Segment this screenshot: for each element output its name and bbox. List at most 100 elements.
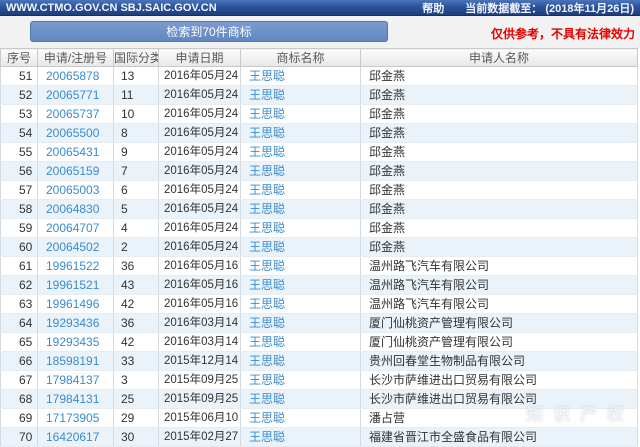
mark-name-cell: 王思聪: [241, 257, 361, 276]
trademark-name-link[interactable]: 王思聪: [249, 88, 285, 102]
trademark-name-link[interactable]: 王思聪: [249, 411, 285, 425]
trademark-name-link[interactable]: 王思聪: [249, 240, 285, 254]
serial-number-cell: 65: [1, 333, 38, 352]
table-row: 6219961521432016年05月16日王思聪温州路飞汽车有限公司: [1, 276, 638, 295]
serial-number-cell: 67: [1, 371, 38, 390]
app-date-cell: 2016年05月16日: [159, 257, 241, 276]
mark-name-cell: 王思聪: [241, 124, 361, 143]
reg-number-cell: 19961496: [38, 295, 114, 314]
reg-number-link[interactable]: 20065431: [46, 145, 99, 159]
trademark-name-link[interactable]: 王思聪: [249, 278, 285, 292]
mark-name-cell: 王思聪: [241, 200, 361, 219]
mark-name-cell: 王思聪: [241, 219, 361, 238]
mark-name-cell: 王思聪: [241, 428, 361, 447]
mark-name-cell: 王思聪: [241, 238, 361, 257]
reg-number-link[interactable]: 18598191: [46, 354, 99, 368]
app-date-cell: 2016年05月24日: [159, 86, 241, 105]
applicant-name-cell: 邱金燕: [361, 143, 638, 162]
app-date-cell: 2016年05月16日: [159, 276, 241, 295]
serial-number-cell: 63: [1, 295, 38, 314]
table-row: 6419293436362016年03月14日王思聪厦门仙桃资产管理有限公司: [1, 314, 638, 333]
reg-number-link[interactable]: 19293435: [46, 335, 99, 349]
reg-number-cell: 20065737: [38, 105, 114, 124]
app-date-cell: 2015年09月25日: [159, 371, 241, 390]
mark-name-cell: 王思聪: [241, 181, 361, 200]
reg-number-cell: 20065500: [38, 124, 114, 143]
trademark-name-link[interactable]: 王思聪: [249, 335, 285, 349]
table-row: 6917173905292015年06月10日王思聪潘占营: [1, 409, 638, 428]
applicant-name-cell: 潘占营: [361, 409, 638, 428]
trademark-name-link[interactable]: 王思聪: [249, 69, 285, 83]
trademark-name-link[interactable]: 王思聪: [249, 354, 285, 368]
mark-name-cell: 王思聪: [241, 352, 361, 371]
serial-number-cell: 61: [1, 257, 38, 276]
reg-number-link[interactable]: 17173905: [46, 411, 99, 425]
reg-number-link[interactable]: 19293436: [46, 316, 99, 330]
app-date-cell: 2016年05月24日: [159, 67, 241, 86]
table-row: 6519293435422016年03月14日王思聪厦门仙桃资产管理有限公司: [1, 333, 638, 352]
reg-number-link[interactable]: 19961522: [46, 259, 99, 273]
trademark-name-link[interactable]: 王思聪: [249, 126, 285, 140]
applicant-name-cell: 长沙市萨维进出口贸易有限公司: [361, 390, 638, 409]
trademark-name-link[interactable]: 王思聪: [249, 316, 285, 330]
mark-name-cell: 王思聪: [241, 143, 361, 162]
trademark-name-link[interactable]: 王思聪: [249, 392, 285, 406]
intl-class-cell: 30: [114, 428, 159, 447]
reg-number-link[interactable]: 19961521: [46, 278, 99, 292]
reg-number-link[interactable]: 20065878: [46, 69, 99, 83]
mark-name-cell: 王思聪: [241, 314, 361, 333]
trademark-name-link[interactable]: 王思聪: [249, 297, 285, 311]
app-date-cell: 2016年05月24日: [159, 143, 241, 162]
reg-number-link[interactable]: 20064707: [46, 221, 99, 235]
mark-name-cell: 王思聪: [241, 105, 361, 124]
intl-class-cell: 2: [114, 238, 159, 257]
help-link[interactable]: 帮助: [422, 3, 444, 15]
applicant-name-cell: 福建省晋江市全盛食品有限公司: [361, 428, 638, 447]
intl-class-cell: 36: [114, 314, 159, 333]
trademark-name-link[interactable]: 王思聪: [249, 202, 285, 216]
serial-number-cell: 64: [1, 314, 38, 333]
serial-number-cell: 52: [1, 86, 38, 105]
reg-number-link[interactable]: 20064830: [46, 202, 99, 216]
applicant-name-cell: 邱金燕: [361, 162, 638, 181]
serial-number-cell: 70: [1, 428, 38, 447]
applicant-name-cell: 邱金燕: [361, 181, 638, 200]
trademark-name-link[interactable]: 王思聪: [249, 107, 285, 121]
trademark-name-link[interactable]: 王思聪: [249, 259, 285, 273]
applicant-name-cell: 邱金燕: [361, 200, 638, 219]
reg-number-link[interactable]: 16420617: [46, 430, 99, 444]
col-header-intl-class: 国际分类: [114, 49, 159, 67]
table-row: 671798413732015年09月25日王思聪长沙市萨维进出口贸易有限公司: [1, 371, 638, 390]
reg-number-link[interactable]: 20065500: [46, 126, 99, 140]
site-urls: WWW.CTMO.GOV.CN SBJ.SAIC.GOV.CN: [6, 2, 217, 14]
trademark-name-link[interactable]: 王思聪: [249, 145, 285, 159]
reg-number-link[interactable]: 20064502: [46, 240, 99, 254]
applicant-name-cell: 长沙市萨维进出口贸易有限公司: [361, 371, 638, 390]
mark-name-cell: 王思聪: [241, 371, 361, 390]
trademark-name-link[interactable]: 王思聪: [249, 430, 285, 444]
reg-number-link[interactable]: 20065737: [46, 107, 99, 121]
reg-number-link[interactable]: 19961496: [46, 297, 99, 311]
reg-number-cell: 20065159: [38, 162, 114, 181]
reg-number-cell: 19961522: [38, 257, 114, 276]
reg-number-link[interactable]: 20065771: [46, 88, 99, 102]
applicant-name-cell: 温州路飞汽车有限公司: [361, 257, 638, 276]
reg-number-link[interactable]: 17984137: [46, 373, 99, 387]
trademark-name-link[interactable]: 王思聪: [249, 164, 285, 178]
results-table-header: 序号 申请/注册号 国际分类 申请日期 商标名称 申请人名称: [1, 49, 638, 67]
col-header-reg-number: 申请/注册号: [38, 49, 114, 67]
col-header-serial-number: 序号: [1, 49, 38, 67]
trademark-name-link[interactable]: 王思聪: [249, 373, 285, 387]
trademark-name-link[interactable]: 王思聪: [249, 183, 285, 197]
applicant-name-cell: 厦门仙桃资产管理有限公司: [361, 314, 638, 333]
app-date-cell: 2016年05月24日: [159, 105, 241, 124]
reg-number-link[interactable]: 20065159: [46, 164, 99, 178]
result-count-button[interactable]: 检索到70件商标: [30, 21, 388, 42]
applicant-name-cell: 邱金燕: [361, 86, 638, 105]
trademark-name-link[interactable]: 王思聪: [249, 221, 285, 235]
reg-number-link[interactable]: 17984131: [46, 392, 99, 406]
intl-class-cell: 6: [114, 181, 159, 200]
mark-name-cell: 王思聪: [241, 390, 361, 409]
app-date-cell: 2015年06月10日: [159, 409, 241, 428]
reg-number-link[interactable]: 20065003: [46, 183, 99, 197]
